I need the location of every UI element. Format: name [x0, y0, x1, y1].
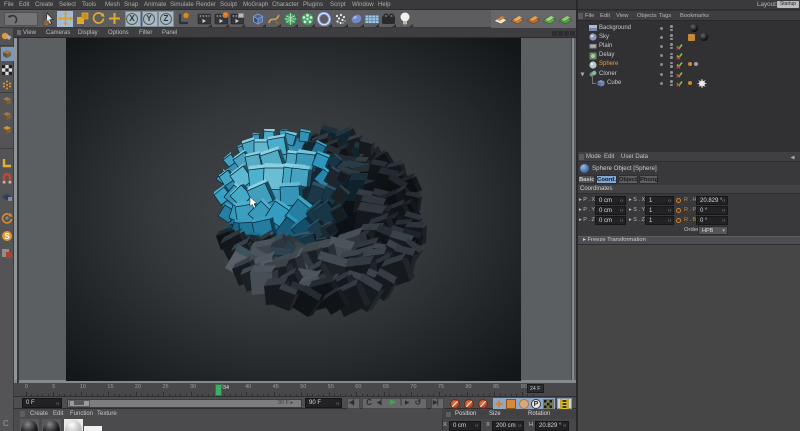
svg-text:S: S [4, 232, 10, 241]
